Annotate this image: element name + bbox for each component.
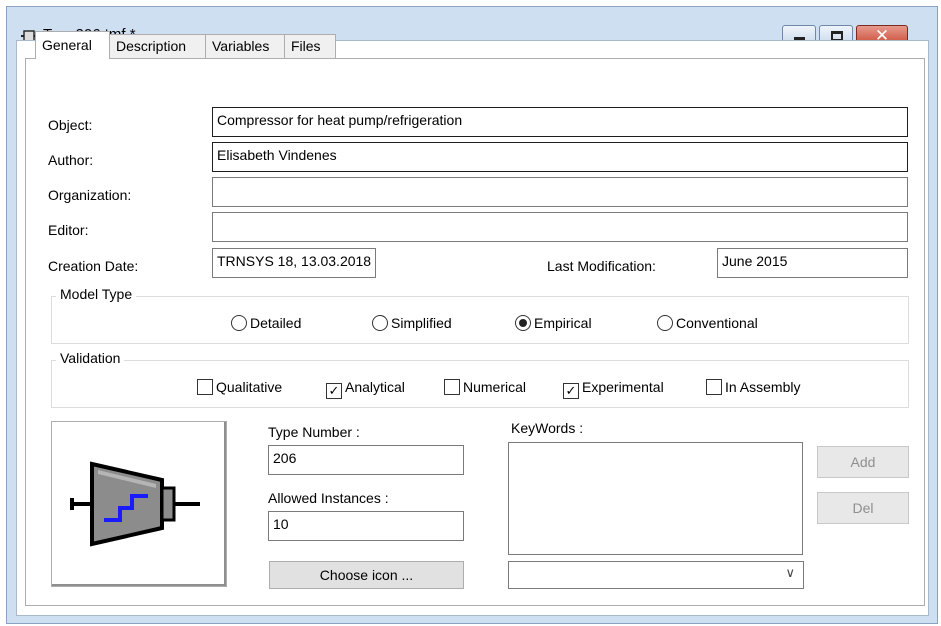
radio-empirical[interactable]: Empirical: [515, 315, 592, 331]
radio-circle: [231, 315, 247, 331]
checkbox-numerical[interactable]: Numerical: [444, 379, 526, 395]
checkbox-label: Qualitative: [216, 379, 283, 395]
keywords-label: KeyWords :: [511, 420, 584, 436]
object-label: Object:: [48, 117, 93, 133]
radio-label: Detailed: [250, 315, 302, 331]
radio-label: Conventional: [676, 315, 758, 331]
tab-label: Files: [291, 38, 321, 54]
chevron-down-icon[interactable]: ∨: [785, 565, 795, 581]
tab-description[interactable]: Description: [109, 34, 206, 58]
tab-label: Description: [116, 38, 187, 54]
checkmark-icon: ✓: [563, 383, 579, 399]
checkbox-box: [197, 379, 213, 395]
checkbox-box: [444, 379, 460, 395]
radio-circle: [372, 315, 388, 331]
checkbox-label: Experimental: [582, 379, 664, 395]
radio-detailed[interactable]: Detailed: [231, 315, 301, 331]
type-number-label: Type Number :: [268, 424, 360, 440]
tab-general[interactable]: General: [35, 31, 110, 59]
checkbox-experimental[interactable]: ✓ Experimental: [563, 379, 664, 399]
radio-simplified[interactable]: Simplified: [372, 315, 452, 331]
checkbox-box: [706, 379, 722, 395]
choose-icon-button[interactable]: Choose icon ...: [269, 561, 464, 589]
radio-conventional[interactable]: Conventional: [657, 315, 758, 331]
allowed-instances-label: Allowed Instances :: [268, 490, 389, 506]
tab-variables[interactable]: Variables: [205, 34, 285, 58]
author-label: Author:: [48, 152, 94, 168]
tab-files[interactable]: Files: [284, 34, 336, 58]
radio-label: Simplified: [391, 315, 452, 331]
radio-label: Empirical: [534, 315, 592, 331]
validation-title: Validation: [56, 350, 125, 366]
checkbox-analytical[interactable]: ✓ Analytical: [326, 379, 405, 399]
checkbox-qualitative[interactable]: Qualitative: [197, 379, 282, 395]
keywords-list[interactable]: [508, 442, 803, 555]
last-modification-field[interactable]: June 2015: [717, 248, 908, 278]
model-type-title: Model Type: [56, 286, 137, 302]
editor-label: Editor:: [48, 222, 89, 238]
compressor-icon: [70, 461, 200, 547]
organization-label: Organization:: [48, 187, 132, 203]
allowed-instances-field[interactable]: 10: [268, 511, 464, 541]
del-button[interactable]: Del: [817, 492, 909, 524]
radio-circle-selected: [515, 315, 531, 331]
last-modification-label: Last Modification:: [547, 258, 656, 274]
creation-date-field[interactable]: TRNSYS 18, 13.03.2018: [212, 248, 376, 278]
object-field[interactable]: Compressor for heat pump/refrigeration: [212, 107, 908, 137]
creation-date-label: Creation Date:: [48, 258, 139, 274]
component-icon-preview[interactable]: [51, 421, 227, 587]
add-button[interactable]: Add: [817, 446, 909, 478]
tab-label: General: [42, 37, 92, 53]
editor-field[interactable]: [212, 212, 908, 242]
type-number-field[interactable]: 206: [268, 445, 464, 475]
checkbox-label: Analytical: [345, 379, 405, 395]
checkbox-in-assembly[interactable]: In Assembly: [706, 379, 800, 395]
model-type-group: [51, 296, 909, 344]
checkbox-label: Numerical: [463, 379, 527, 395]
checkbox-label: In Assembly: [725, 379, 801, 395]
organization-field[interactable]: [212, 177, 908, 207]
tab-label: Variables: [212, 38, 270, 54]
author-field[interactable]: Elisabeth Vindenes: [212, 142, 908, 172]
radio-circle: [657, 315, 673, 331]
keywords-combo[interactable]: ∨: [508, 561, 804, 589]
checkmark-icon: ✓: [326, 383, 342, 399]
